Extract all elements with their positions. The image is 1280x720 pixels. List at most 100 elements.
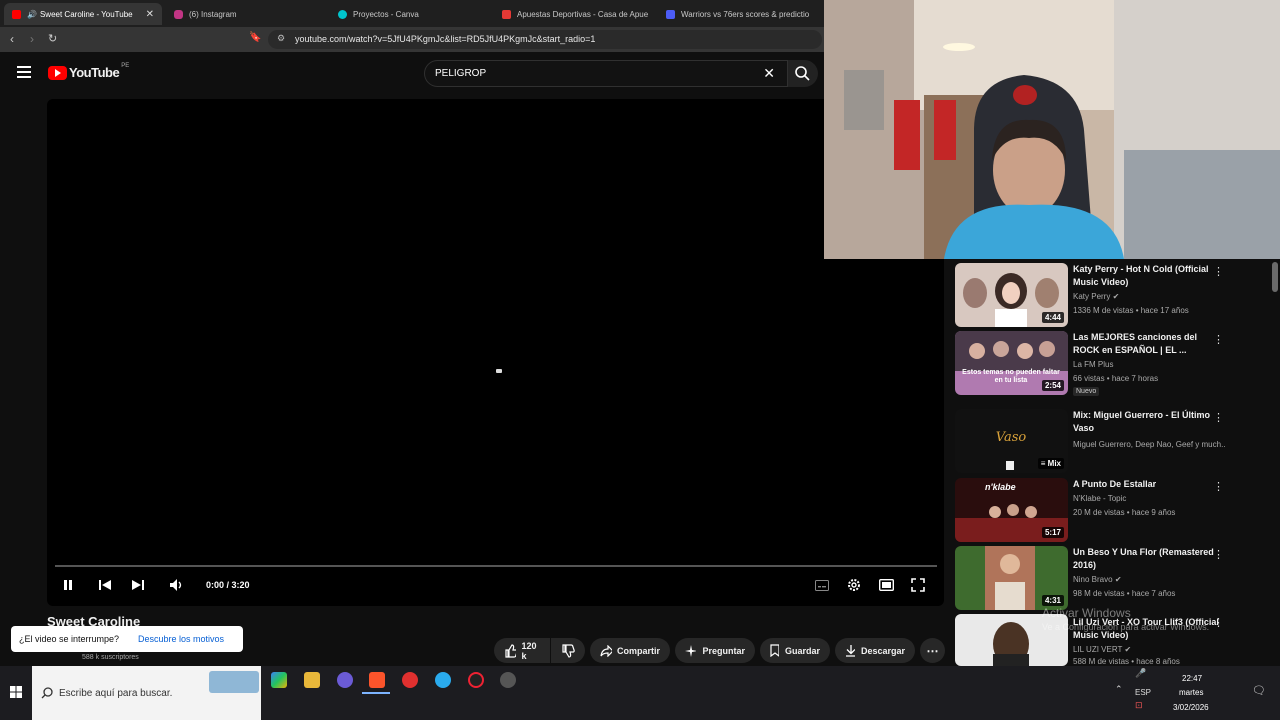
video-title[interactable]: Un Beso Y Una Flor (Remastered 2016) [1073, 546, 1223, 572]
close-tab-icon[interactable]: ✕ [146, 9, 154, 20]
thumbs-up-icon [505, 643, 516, 658]
more-options-icon[interactable]: ⋮ [1213, 616, 1224, 629]
more-options-icon[interactable]: ⋮ [1213, 265, 1224, 278]
network-icon[interactable]: ⊡ [1135, 700, 1143, 711]
video-thumbnail[interactable]: 4:44 [955, 263, 1068, 327]
video-thumbnail[interactable]: Estos temas no pueden faltar en tu lista… [955, 331, 1068, 395]
channel-name[interactable]: Nino Bravo [1073, 575, 1113, 584]
pause-button[interactable] [62, 579, 74, 591]
recommendation-item[interactable]: Estos temas no pueden faltar en tu lista… [955, 331, 1275, 396]
video-player[interactable]: 0:00 / 3:20 [47, 99, 944, 606]
bookmark-icon [770, 644, 779, 657]
clear-search-icon[interactable]: ✕ [763, 65, 775, 82]
tab-label: Proyectos - Canva [353, 9, 419, 19]
taskbar-search[interactable]: Escribe aquí para buscar. [32, 666, 261, 720]
back-icon[interactable]: ‹ [10, 32, 14, 46]
clock-time[interactable]: 22:47 [1182, 674, 1202, 683]
channel-name[interactable]: N'Klabe - Topic [1073, 494, 1126, 503]
video-title[interactable]: Las MEJORES canciones del ROCK en ESPAÑO… [1073, 331, 1223, 357]
youtube-icon [12, 9, 21, 19]
save-button[interactable]: Guardar [760, 638, 830, 663]
language-indicator[interactable]: ESP [1135, 688, 1151, 697]
fullscreen-icon [911, 578, 925, 592]
recommendation-item[interactable]: 4:44 Katy Perry - Hot N Cold (Official M… [955, 263, 1275, 327]
recommendation-item[interactable]: n'klabe 5:17 A Punto De Estallar N'Klabe… [955, 478, 1275, 542]
telegram-icon[interactable] [435, 672, 451, 688]
address-bar[interactable]: ⚙ youtube.com/watch?v=5JfU4PKgmJc&list=R… [268, 30, 822, 49]
youtube-logo[interactable]: YouTube PE [48, 63, 129, 80]
video-title[interactable]: Mix: Miguel Guerrero - El Último Vaso [1073, 409, 1223, 435]
site-info-icon[interactable]: ⚙ [277, 33, 285, 44]
tab-label: Apuestas Deportivas - Casa de Apue [517, 9, 649, 19]
clock-date[interactable]: 3/02/2026 [1173, 703, 1209, 712]
dislike-button[interactable] [551, 638, 585, 663]
channel-name[interactable]: Katy Perry [1073, 292, 1110, 301]
settings-app-icon[interactable] [500, 672, 516, 688]
copilot-icon[interactable] [271, 672, 287, 688]
file-explorer-icon[interactable] [304, 672, 320, 688]
settings-button[interactable] [847, 578, 861, 592]
tab-betting[interactable]: Apuestas Deportivas - Casa de Apue [494, 3, 656, 25]
tab-instagram[interactable]: (6) Instagram [166, 3, 328, 25]
video-duration: 2:54 [1041, 380, 1064, 391]
logo-text: YouTube [69, 65, 120, 80]
download-button[interactable]: Descargar [835, 638, 915, 663]
like-button[interactable]: 120 k [494, 638, 550, 663]
channel-name[interactable]: LIL UZI VERT [1073, 645, 1122, 654]
tab-canva[interactable]: Proyectos - Canva [330, 3, 492, 25]
clock-day[interactable]: martes [1179, 688, 1203, 697]
menu-icon[interactable] [17, 66, 31, 78]
system-tray: ⌃ 🎤 ESP ⊡ 22:47 martes 3/02/2026 🗨 [1100, 666, 1280, 720]
bookmark-icon[interactable]: 🔖 [249, 32, 261, 43]
webcam-feed-image [824, 0, 1280, 259]
share-button[interactable]: Compartir [590, 638, 670, 663]
theater-mode-button[interactable] [879, 579, 894, 591]
more-options-icon[interactable]: ⋮ [1213, 480, 1224, 493]
channel-name[interactable]: Miguel Guerrero, Deep Nao, Geef y much..… [1073, 440, 1225, 449]
mix-label: Mix [1047, 459, 1061, 468]
search-button[interactable] [788, 60, 818, 87]
brave-icon[interactable] [369, 672, 385, 688]
tab-youtube[interactable]: 🔊 Sweet Caroline - YouTube ✕ [4, 3, 162, 25]
video-thumbnail[interactable]: 4:31 [955, 546, 1068, 610]
next-button[interactable] [131, 579, 145, 591]
search-icon [41, 687, 53, 699]
fullscreen-button[interactable] [911, 578, 925, 592]
obs-icon[interactable] [468, 672, 484, 688]
recommendation-item[interactable]: 4:31 Un Beso Y Una Flor (Remastered 2016… [955, 546, 1275, 610]
more-options-icon[interactable]: ⋮ [1213, 548, 1224, 561]
video-title[interactable]: Katy Perry - Hot N Cold (Official Music … [1073, 263, 1223, 289]
subtitles-button[interactable] [815, 580, 829, 591]
download-label: Descargar [860, 645, 905, 656]
discord-icon[interactable] [337, 672, 353, 688]
sidebar-scrollbar[interactable] [1272, 262, 1278, 292]
reload-icon[interactable]: ↻ [48, 32, 57, 45]
progress-bar[interactable] [55, 565, 937, 567]
ask-button[interactable]: Preguntar [675, 638, 755, 663]
canva-icon [338, 9, 347, 19]
video-stats: 20 M de vistas • hace 9 años [1073, 508, 1176, 517]
recommendation-item[interactable]: Vaso ≡ Mix Mix: Miguel Guerrero - El Últ… [955, 409, 1275, 473]
volume-button[interactable] [169, 578, 183, 592]
search-highlight-image [209, 671, 259, 693]
video-title[interactable]: A Punto De Estallar [1073, 478, 1223, 491]
windows-icon [10, 686, 22, 698]
microphone-icon[interactable]: 🎤 [1135, 668, 1146, 679]
search-input[interactable]: PELIGROP ✕ [424, 60, 788, 87]
forward-icon[interactable]: › [30, 32, 34, 46]
video-thumbnail[interactable]: n'klabe 5:17 [955, 478, 1068, 542]
active-app-indicator [362, 692, 390, 694]
app-icon[interactable] [402, 672, 418, 688]
thumbnail-caption: n'klabe [985, 482, 1016, 492]
tray-expand-icon[interactable]: ⌃ [1115, 684, 1123, 695]
more-options-icon[interactable]: ⋮ [1213, 333, 1224, 346]
video-thumbnail[interactable]: Vaso ≡ Mix [955, 409, 1068, 473]
notifications-icon[interactable]: 🗨 [1252, 684, 1266, 697]
more-options-icon[interactable]: ⋮ [1213, 411, 1224, 424]
previous-button[interactable] [98, 579, 112, 591]
channel-name[interactable]: La FM Plus [1073, 360, 1113, 369]
more-actions-button[interactable]: ⋯ [920, 638, 945, 663]
tooltip-link[interactable]: Descubre los motivos [138, 634, 224, 644]
start-button[interactable] [10, 686, 22, 698]
tab-warriors[interactable]: Warriors vs 76ers scores & predictio [658, 3, 820, 25]
